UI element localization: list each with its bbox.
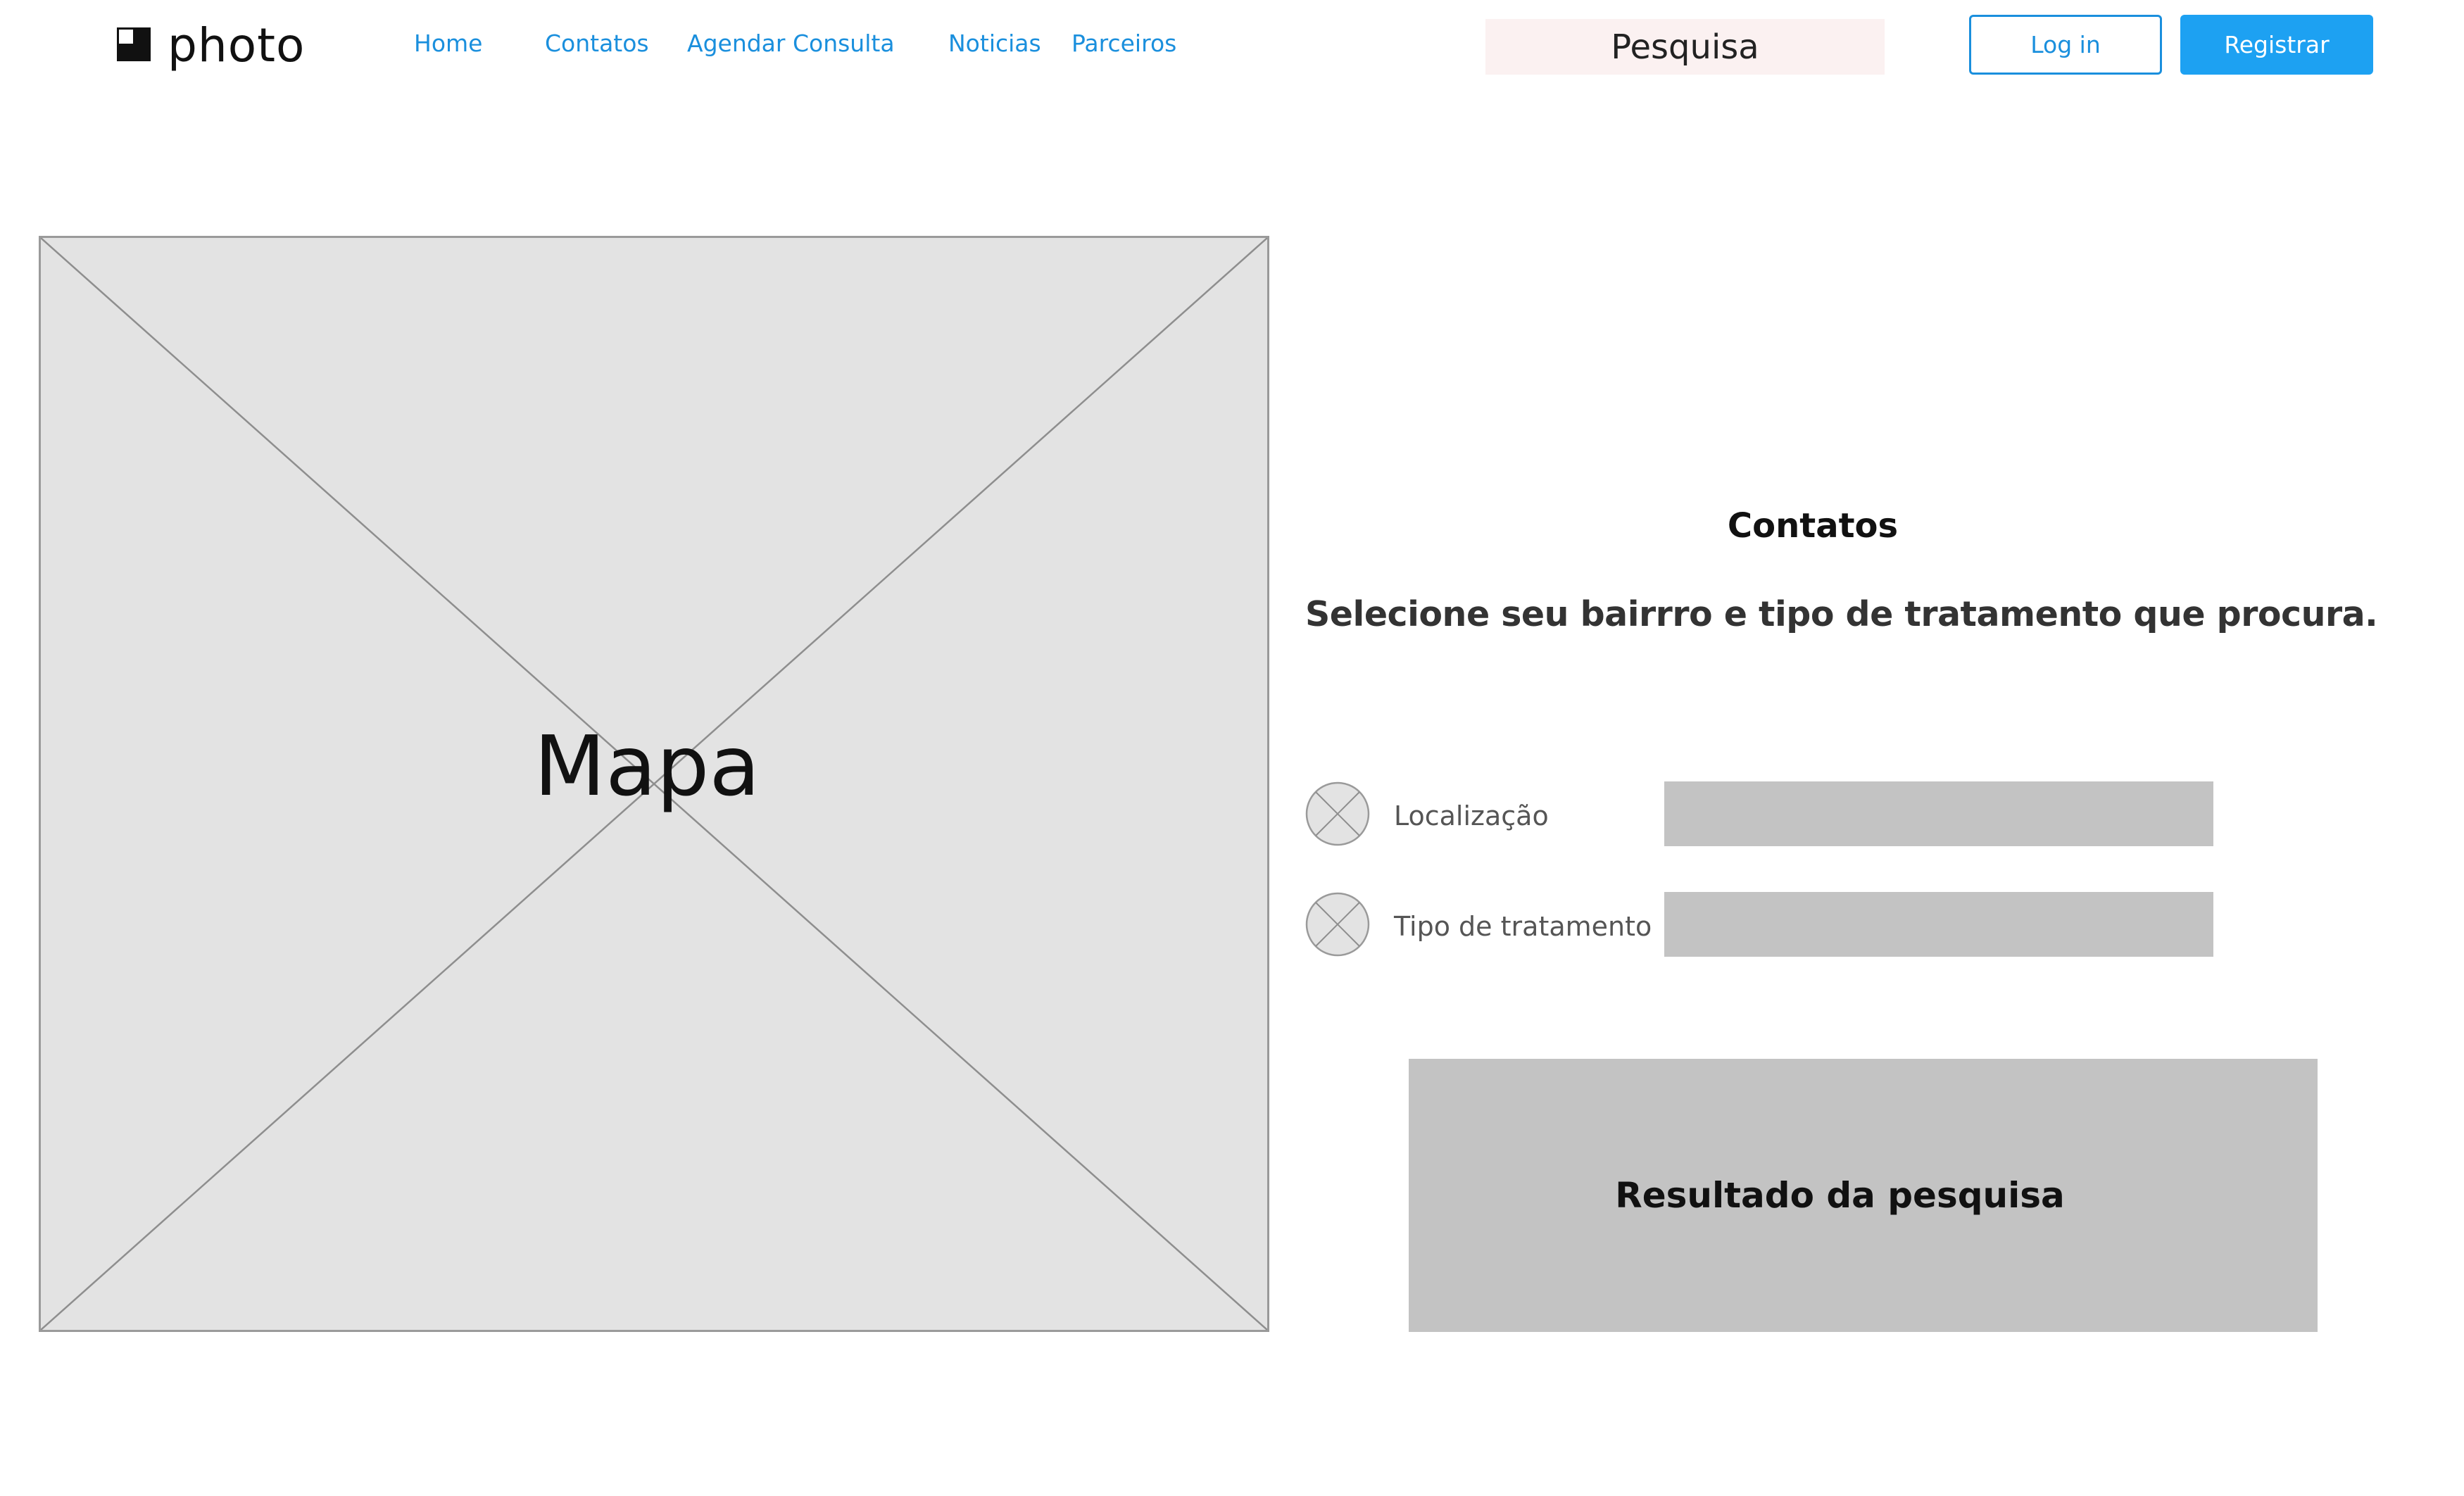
nav-agendar-consulta[interactable]: Agendar Consulta [687,28,895,59]
nav-parceiros[interactable]: Parceiros [1071,28,1176,59]
nav-home[interactable]: Home [414,28,482,59]
nav-contatos[interactable]: Contatos [545,28,649,59]
localizacao-label: Localização [1394,800,1549,831]
section-title: Contatos [1727,506,1899,546]
register-button[interactable]: Registrar [2180,15,2373,75]
logo-text: photo [168,18,306,73]
search-results-panel[interactable]: Resultado da pesquisa [1409,1059,2318,1332]
placeholder-circle-icon[interactable] [1305,781,1370,846]
nav-noticias[interactable]: Noticias [948,28,1041,59]
page: photo Home Contatos Agendar Consulta Not… [0,0,2464,1496]
localizacao-input[interactable] [1664,781,2213,846]
tipo-tratamento-input[interactable] [1664,892,2213,957]
login-button[interactable]: Log in [1969,15,2162,75]
tipo-tratamento-label: Tipo de tratamento [1394,911,1652,942]
results-label: Resultado da pesquisa [1615,1175,2065,1216]
map-placeholder[interactable]: Mapa [39,236,1269,1332]
filter-row-localizacao: Localização [1305,781,2213,846]
logo-link[interactable]: photo [117,21,305,70]
map-label: Mapa [534,717,760,815]
placeholder-circle-icon[interactable] [1305,892,1370,957]
logo-icon [117,27,153,64]
filter-row-tipo-tratamento: Tipo de tratamento [1305,892,2213,957]
search-input[interactable] [1485,19,1885,75]
section-subtitle: Selecione seu bairrro e tipo de tratamen… [1305,594,2378,634]
